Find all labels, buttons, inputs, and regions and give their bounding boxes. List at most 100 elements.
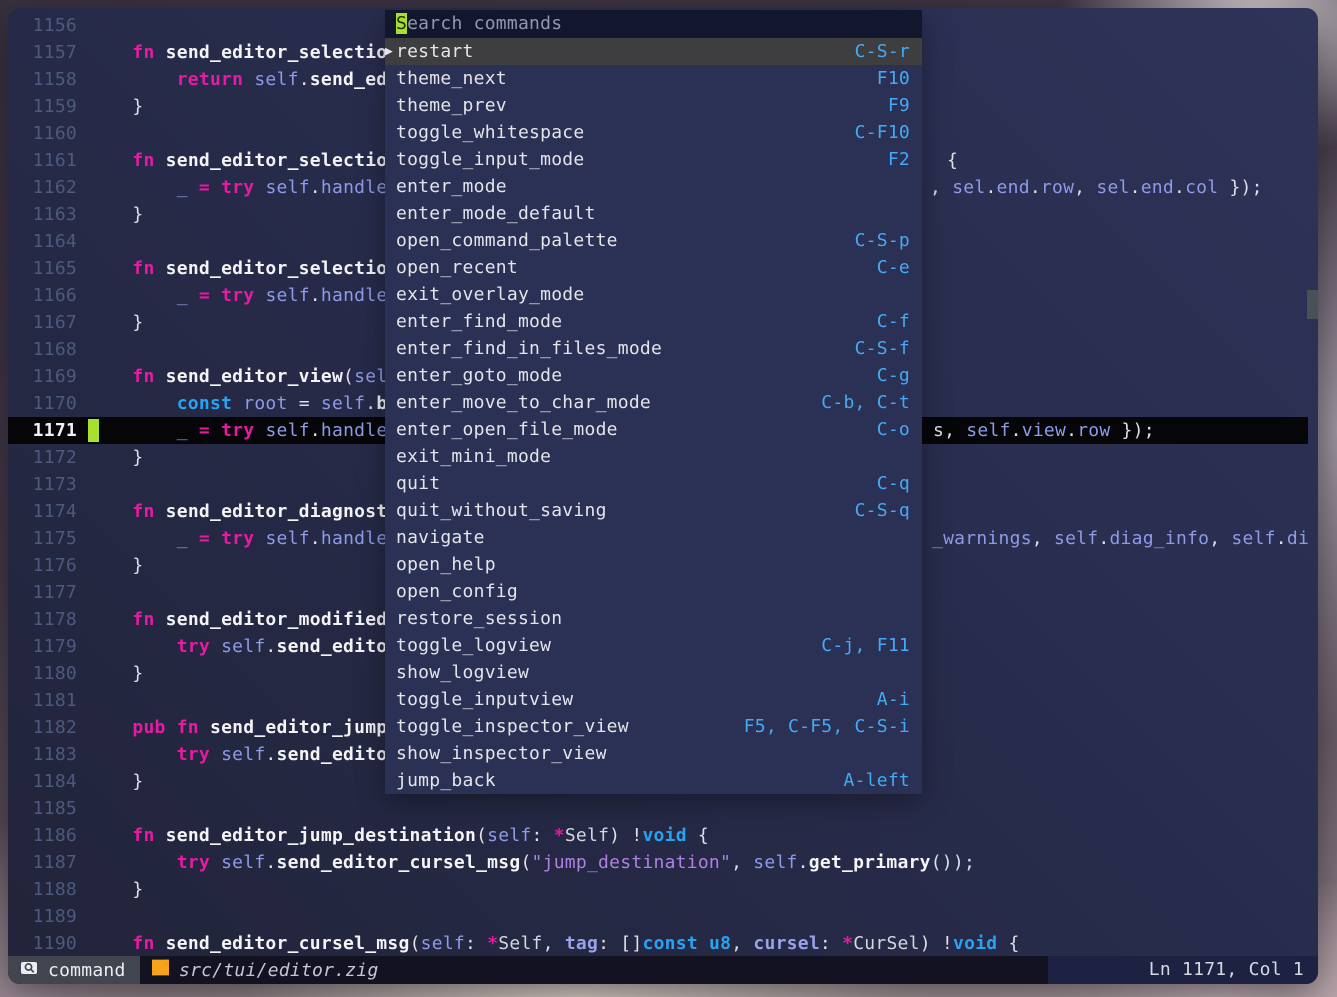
line-number: 1178 xyxy=(8,606,77,633)
cursor-position: Ln 1171, Col 1 xyxy=(1048,956,1318,984)
code-line[interactable]: 1185 xyxy=(8,795,1308,822)
code-text: } xyxy=(88,552,143,579)
editor-window: 1156 1157 fn send_editor_selectio 1158 r… xyxy=(8,8,1318,984)
palette-item-label: enter_find_mode xyxy=(396,308,562,335)
palette-item-keybinding: C-g xyxy=(877,362,910,389)
palette-item[interactable]: open_help xyxy=(385,551,922,578)
line-number: 1163 xyxy=(8,201,77,228)
palette-item-label: show_inspector_view xyxy=(396,740,607,767)
palette-item-keybinding: F2 xyxy=(888,146,910,173)
line-number: 1186 xyxy=(8,822,77,849)
file-path: src/tui/editor.zig xyxy=(179,960,379,981)
palette-item[interactable]: toggle_logview C-j, F11 xyxy=(385,632,922,659)
palette-item-keybinding: C-q xyxy=(877,470,910,497)
palette-item-label: toggle_inputview xyxy=(396,686,573,713)
line-number: 1173 xyxy=(8,471,77,498)
palette-item[interactable]: toggle_whitespace C-F10 xyxy=(385,119,922,146)
zig-logo-icon xyxy=(151,959,170,981)
palette-item[interactable]: toggle_inputview A-i xyxy=(385,686,922,713)
palette-search-input[interactable]: Search commands xyxy=(385,10,922,38)
command-palette: Search commands restart C-S-r ▶ theme_ne… xyxy=(385,10,922,794)
code-text: fn send_editor_selectio xyxy=(88,147,387,174)
palette-item-label: open_config xyxy=(396,578,518,605)
line-number: 1162 xyxy=(8,174,77,201)
palette-item[interactable]: jump_back A-left xyxy=(385,767,922,794)
code-line[interactable]: 1190 fn send_editor_cursel_msg(self: *Se… xyxy=(8,930,1308,957)
status-file-segment: src/tui/editor.zig xyxy=(140,956,379,984)
palette-item-keybinding: F5, C-F5, C-S-i xyxy=(744,713,910,740)
palette-item-label: open_help xyxy=(396,551,496,578)
code-text: try self.send_edito xyxy=(88,633,387,660)
code-line[interactable]: 1187 try self.send_editor_cursel_msg("ju… xyxy=(8,849,1308,876)
palette-item[interactable]: toggle_input_mode F2 xyxy=(385,146,922,173)
code-text: } xyxy=(88,660,143,687)
palette-item[interactable]: restore_session xyxy=(385,605,922,632)
code-text: _ = try self.handle xyxy=(88,174,387,201)
code-text: try self.send_edito xyxy=(88,741,387,768)
palette-item-keybinding: C-S-q xyxy=(855,497,910,524)
palette-item[interactable]: open_recent C-e xyxy=(385,254,922,281)
palette-item[interactable]: quit_without_saving C-S-q xyxy=(385,497,922,524)
palette-item[interactable]: enter_move_to_char_mode C-b, C-t xyxy=(385,389,922,416)
palette-item[interactable]: quit C-q xyxy=(385,470,922,497)
status-mode-segment[interactable]: command xyxy=(8,956,140,984)
code-text: try self.send_editor_cursel_msg("jump_de… xyxy=(88,849,975,876)
palette-item[interactable]: exit_overlay_mode xyxy=(385,281,922,308)
code-text: pub fn send_editor_jump xyxy=(88,714,387,741)
code-text: fn send_editor_cursel_msg(self: *Self, t… xyxy=(88,930,1020,957)
palette-item[interactable]: open_config xyxy=(385,578,922,605)
line-number: 1175 xyxy=(8,525,77,552)
palette-item[interactable]: navigate xyxy=(385,524,922,551)
code-text: } xyxy=(88,201,143,228)
line-number: 1179 xyxy=(8,633,77,660)
text-cursor: S xyxy=(396,13,407,34)
palette-item[interactable]: restart C-S-r ▶ xyxy=(385,38,922,65)
line-number: 1181 xyxy=(8,687,77,714)
palette-item[interactable]: enter_find_mode C-f xyxy=(385,308,922,335)
palette-item[interactable]: toggle_inspector_view F5, C-F5, C-S-i xyxy=(385,713,922,740)
palette-search-placeholder: earch commands xyxy=(407,13,562,34)
line-number: 1188 xyxy=(8,876,77,903)
palette-item-keybinding: C-e xyxy=(877,254,910,281)
palette-item-keybinding: C-F10 xyxy=(855,119,910,146)
keyboard-search-icon xyxy=(21,960,41,981)
code-text: } xyxy=(88,444,143,471)
palette-item-label: theme_next xyxy=(396,65,507,92)
editor-cursor xyxy=(88,419,99,442)
code-text: fn send_editor_selectio xyxy=(88,39,387,66)
line-number: 1157 xyxy=(8,39,77,66)
status-bar: command src/tui/editor.zig Ln 1171, Col … xyxy=(8,956,1318,984)
code-text: } xyxy=(88,768,143,795)
line-number: 1183 xyxy=(8,741,77,768)
scrollbar-thumb[interactable] xyxy=(1307,290,1318,319)
palette-item[interactable]: exit_mini_mode xyxy=(385,443,922,470)
code-text: } xyxy=(88,309,143,336)
palette-item[interactable]: theme_prev F9 xyxy=(385,92,922,119)
line-number: 1177 xyxy=(8,579,77,606)
palette-item-label: quit xyxy=(396,470,440,497)
palette-item[interactable]: open_command_palette C-S-p xyxy=(385,227,922,254)
code-text: const root = self.b xyxy=(88,390,387,417)
line-number: 1182 xyxy=(8,714,77,741)
desktop: { "colors": { "editor_bg": "#272b4a", "p… xyxy=(0,0,1337,997)
palette-item[interactable]: enter_goto_mode C-g xyxy=(385,362,922,389)
palette-item-keybinding: C-S-f xyxy=(855,335,910,362)
code-text: } xyxy=(88,93,143,120)
line-number: 1180 xyxy=(8,660,77,687)
palette-item-keybinding: C-f xyxy=(877,308,910,335)
code-line[interactable]: 1188 } xyxy=(8,876,1308,903)
code-line[interactable]: 1189 xyxy=(8,903,1308,930)
palette-item-label: toggle_inspector_view xyxy=(396,713,629,740)
line-number: 1158 xyxy=(8,66,77,93)
palette-item[interactable]: enter_open_file_mode C-o xyxy=(385,416,922,443)
palette-item[interactable]: show_logview xyxy=(385,659,922,686)
palette-item-label: enter_open_file_mode xyxy=(396,416,618,443)
line-number: 1168 xyxy=(8,336,77,363)
palette-item[interactable]: theme_next F10 xyxy=(385,65,922,92)
palette-item[interactable]: enter_mode xyxy=(385,173,922,200)
palette-item[interactable]: show_inspector_view xyxy=(385,740,922,767)
palette-list: restart C-S-r ▶ theme_next F10 theme_pre… xyxy=(385,38,922,794)
code-line[interactable]: 1186 fn send_editor_jump_destination(sel… xyxy=(8,822,1308,849)
palette-item[interactable]: enter_find_in_files_mode C-S-f xyxy=(385,335,922,362)
palette-item[interactable]: enter_mode_default xyxy=(385,200,922,227)
